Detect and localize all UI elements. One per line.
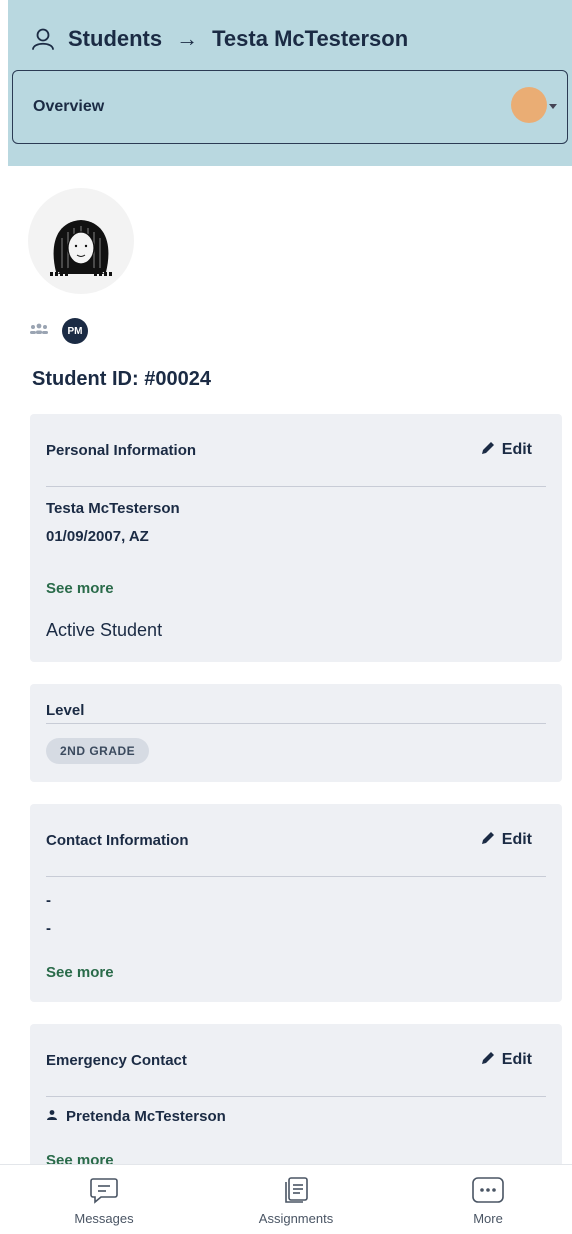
- emergency-contact-name: Pretenda McTesterson: [66, 1108, 226, 1125]
- level-title: Level: [46, 702, 85, 719]
- emergency-contact-row: Pretenda McTesterson: [46, 1108, 226, 1125]
- see-more-personal-link[interactable]: See more: [46, 580, 114, 597]
- level-header: Level: [46, 684, 546, 724]
- breadcrumb-current: Testa McTesterson: [212, 26, 409, 51]
- student-dob-state: 01/09/2007, AZ: [46, 528, 149, 545]
- personal-information-title: Personal Information: [46, 441, 197, 459]
- edit-label: Edit: [501, 1051, 532, 1068]
- chat-icon: [44, 1175, 164, 1205]
- ellipsis-icon: [428, 1175, 548, 1205]
- student-overview-page: Students → Testa McTesterson Overview PM…: [0, 0, 572, 1234]
- student-id-heading: Student ID: #00024: [32, 368, 211, 390]
- pencil-icon: [480, 830, 496, 851]
- nav-messages-label: Messages: [74, 1211, 134, 1226]
- pencil-icon: [480, 440, 496, 461]
- edit-emergency-button[interactable]: Edit: [480, 1050, 546, 1071]
- breadcrumb-separator: →: [176, 26, 199, 51]
- contact-line-2: -: [46, 920, 51, 937]
- edit-contact-button[interactable]: Edit: [480, 830, 546, 851]
- level-card: Level 2ND GRADE: [30, 684, 562, 782]
- avatar: [28, 188, 134, 294]
- nav-more-label: More: [473, 1211, 503, 1226]
- emergency-contact-header: Emergency Contact Edit: [46, 1024, 546, 1097]
- contact-information-card: Contact Information Edit - - See more: [30, 804, 562, 1002]
- pencil-icon: [480, 1050, 496, 1071]
- bottom-navigation: Messages Assignments More: [0, 1164, 572, 1234]
- nav-messages[interactable]: Messages: [44, 1175, 164, 1226]
- page-header: Students → Testa McTesterson Overview: [8, 0, 572, 166]
- emergency-contact-card: Emergency Contact Edit Pretenda McTester…: [30, 1024, 562, 1184]
- personal-information-header: Personal Information Edit: [46, 414, 546, 487]
- breadcrumb: Students → Testa McTesterson: [30, 22, 408, 56]
- personal-information-card: Personal Information Edit Testa McTester…: [30, 414, 562, 662]
- student-status: Active Student: [46, 620, 163, 640]
- person-icon: [46, 1108, 58, 1125]
- view-selector-dropdown[interactable]: Overview: [12, 70, 568, 144]
- nav-assignments[interactable]: Assignments: [236, 1175, 356, 1226]
- edit-label: Edit: [501, 441, 532, 458]
- see-more-contact-link[interactable]: See more: [46, 964, 114, 981]
- breadcrumb-students-link[interactable]: Students: [68, 26, 162, 52]
- assigned-user-badge[interactable]: PM: [62, 318, 88, 344]
- touch-indicator: [511, 87, 547, 123]
- view-selector-value: Overview: [33, 98, 105, 115]
- nav-assignments-label: Assignments: [258, 1211, 334, 1226]
- contact-information-title: Contact Information: [46, 831, 189, 849]
- group-icon: [28, 322, 50, 341]
- caret-down-icon: [549, 104, 557, 109]
- document-list-icon: [236, 1175, 356, 1205]
- person-outline-icon: [30, 26, 56, 52]
- contact-line-1: -: [46, 892, 51, 909]
- emergency-contact-title: Emergency Contact: [46, 1051, 187, 1069]
- profile-tags-row: PM: [28, 316, 88, 346]
- grade-chip: 2ND GRADE: [46, 738, 150, 764]
- edit-label: Edit: [501, 831, 532, 848]
- nav-more[interactable]: More: [428, 1175, 548, 1226]
- student-name: Testa McTesterson: [46, 500, 180, 517]
- contact-information-header: Contact Information Edit: [46, 804, 546, 877]
- edit-personal-button[interactable]: Edit: [480, 440, 546, 461]
